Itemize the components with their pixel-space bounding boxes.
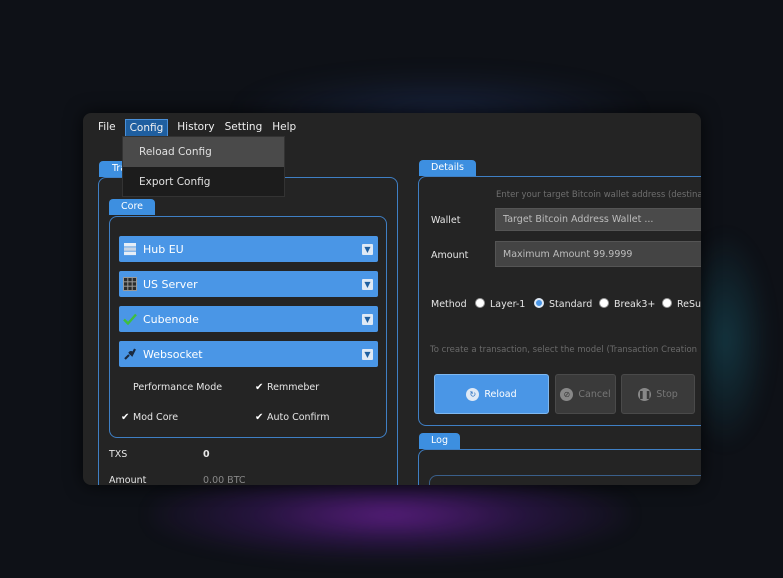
option-performance-mode[interactable]: Performance Mode [121,382,222,393]
radio-button[interactable] [599,298,609,308]
method-label: Method [431,299,467,310]
select-server[interactable]: US Server ▼ [119,271,378,297]
amount-input[interactable]: Maximum Amount 99.9999 [495,241,701,267]
checkmark-icon [123,313,137,326]
menu-help[interactable]: Help [268,119,300,137]
wallet-input-placeholder: Target Bitcoin Address Wallet ... [503,214,654,225]
stop-icon: ❚❚ [637,387,652,401]
tab-log[interactable]: Log [419,433,460,449]
menu-setting[interactable]: Setting [221,119,267,137]
reload-button[interactable]: ↻ Reload [434,374,549,414]
radio-button[interactable] [662,298,672,308]
radio-button-selected[interactable] [534,298,544,308]
server-stack-icon [124,243,136,256]
method-radio-layer1[interactable]: Layer-1 [475,298,525,310]
wallet-label: Wallet [431,215,461,226]
details-panel: Enter your target Bitcoin wallet address… [418,176,701,426]
server-grid-icon [123,277,137,291]
select-node-label: Cubenode [143,312,199,326]
app-window: File Config History Setting Help Reload … [83,113,701,485]
chevron-down-icon[interactable]: ▼ [362,243,373,255]
method-radio-standard[interactable]: Standard [534,298,592,310]
cancel-button-label: Cancel [578,388,611,400]
option-auto-confirm[interactable]: ✔ Auto Confirm [255,412,330,423]
option-mod-core[interactable]: ✔ Mod Core [121,412,178,423]
txs-value: 0 [203,449,210,460]
chevron-down-icon[interactable]: ▼ [362,348,373,360]
method-radio-break3[interactable]: Break3+ [599,298,655,310]
radio-button[interactable] [475,298,485,308]
amount-label: Amount [431,250,469,261]
option-label: Performance Mode [133,382,223,393]
wallet-hint: Enter your target Bitcoin wallet address… [496,190,701,200]
plug-icon [124,348,136,360]
checkmark-icon[interactable]: ✔ [255,412,267,423]
option-label: Auto Confirm [267,412,330,423]
select-protocol-label: Websocket [143,347,203,361]
amount-stat-label: Amount [109,475,147,485]
tab-core[interactable]: Core [109,199,155,215]
cancel-button[interactable]: ⊘ Cancel [555,374,616,414]
reload-button-label: Reload [484,388,517,400]
refresh-icon: ↻ [466,387,480,401]
option-remember[interactable]: ✔ Remmeber [255,382,319,393]
config-dropdown-menu: Reload Config Export Config [122,136,285,197]
wallet-input[interactable]: Target Bitcoin Address Wallet ... [495,208,701,231]
select-hub-label: Hub EU [143,242,184,256]
checkmark-icon[interactable]: ✔ [121,412,133,423]
select-hub[interactable]: Hub EU ▼ [119,236,378,262]
menu-bar: File Config History Setting Help [83,119,300,137]
instructions-text: To create a transaction, select the mode… [430,345,698,355]
radio-label: Standard [549,299,593,310]
menu-config[interactable]: Config [124,119,169,137]
tab-details[interactable]: Details [419,160,476,176]
option-label: Remmeber [267,382,320,393]
stop-button-label: Stop [656,388,678,400]
radio-label: Break3+ [614,299,656,310]
log-output[interactable] [429,475,701,485]
menu-history[interactable]: History [173,119,218,137]
menu-file[interactable]: File [94,119,120,137]
amount-stat-value: 0.00 BTC [203,475,246,485]
amount-input-placeholder: Maximum Amount 99.9999 [503,248,633,260]
cancel-icon: ⊘ [560,387,574,401]
menu-item-export-config[interactable]: Export Config [123,167,284,197]
stop-button[interactable]: ❚❚ Stop [621,374,695,414]
radio-label: ReSub [677,299,701,310]
select-node[interactable]: Cubenode ▼ [119,306,378,332]
chevron-down-icon[interactable]: ▼ [362,313,373,325]
radio-label: Layer-1 [490,299,526,310]
chevron-down-icon[interactable]: ▼ [362,278,373,290]
log-panel [418,449,701,485]
transaction-panel: Core Hub EU ▼ US Server ▼ Cubenode ▼ Web… [98,177,398,485]
txs-label: TXS [109,449,128,460]
menu-item-reload-config[interactable]: Reload Config [123,137,284,167]
option-label: Mod Core [133,412,179,423]
method-radio-resub[interactable]: ReSub [662,298,701,310]
checkmark-icon[interactable]: ✔ [255,382,267,393]
select-protocol[interactable]: Websocket ▼ [119,341,378,367]
select-server-label: US Server [143,277,198,291]
